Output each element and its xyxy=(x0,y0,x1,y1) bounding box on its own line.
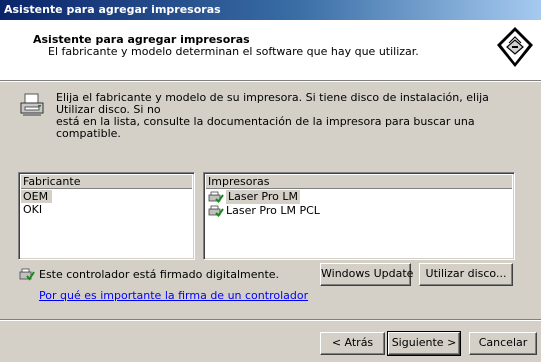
bottom-separator xyxy=(0,319,541,321)
printer-item-label: Laser Pro LM PCL xyxy=(226,204,320,217)
printer-item-laser-pro-lm[interactable]: Laser Pro LM xyxy=(208,190,300,204)
manufacturer-item-oki[interactable]: OKI xyxy=(21,203,46,216)
wizard-header: Asistente para agregar impresoras El fab… xyxy=(0,20,541,80)
window-title: Asistente para agregar impresoras xyxy=(0,0,541,20)
header-subtitle: El fabricante y modelo determinan el sof… xyxy=(48,45,419,58)
wizard-printer-icon xyxy=(497,27,533,67)
signed-driver-icon xyxy=(208,205,224,217)
manufacturer-list-header: Fabricante xyxy=(21,175,192,189)
printer-list[interactable]: Impresoras Laser Pro LM Laser Pro LM PCL xyxy=(203,172,515,260)
info-line-1: Elija el fabricante y modelo de su impre… xyxy=(56,91,489,116)
signature-info-link[interactable]: Por qué es importante la firma de un con… xyxy=(39,289,308,302)
info-text: Elija el fabricante y modelo de su impre… xyxy=(56,92,516,140)
next-button[interactable]: Siguiente > xyxy=(387,331,461,356)
wizard-window: Asistente para agregar impresoras Asiste… xyxy=(0,0,541,362)
manufacturer-item-oem[interactable]: OEM xyxy=(21,190,53,203)
signed-driver-icon xyxy=(208,191,224,203)
have-disk-button[interactable]: Utilizar disco... xyxy=(419,263,513,286)
printer-item-label: Laser Pro LM xyxy=(226,190,300,204)
manufacturer-list[interactable]: Fabricante OEM OKI xyxy=(18,172,195,260)
header-separator xyxy=(0,80,541,82)
windows-update-button[interactable]: Windows Update xyxy=(320,263,413,286)
printer-icon xyxy=(20,93,44,116)
cancel-button[interactable]: Cancelar xyxy=(469,332,537,355)
printer-list-header: Impresoras xyxy=(206,175,512,189)
signed-driver-icon xyxy=(19,268,35,281)
back-button[interactable]: < Atrás xyxy=(320,332,385,355)
printer-item-laser-pro-lm-pcl[interactable]: Laser Pro LM PCL xyxy=(208,204,320,218)
info-line-2: está en la lista, consulte la documentac… xyxy=(56,115,475,140)
signature-status: Este controlador está firmado digitalmen… xyxy=(39,268,280,281)
